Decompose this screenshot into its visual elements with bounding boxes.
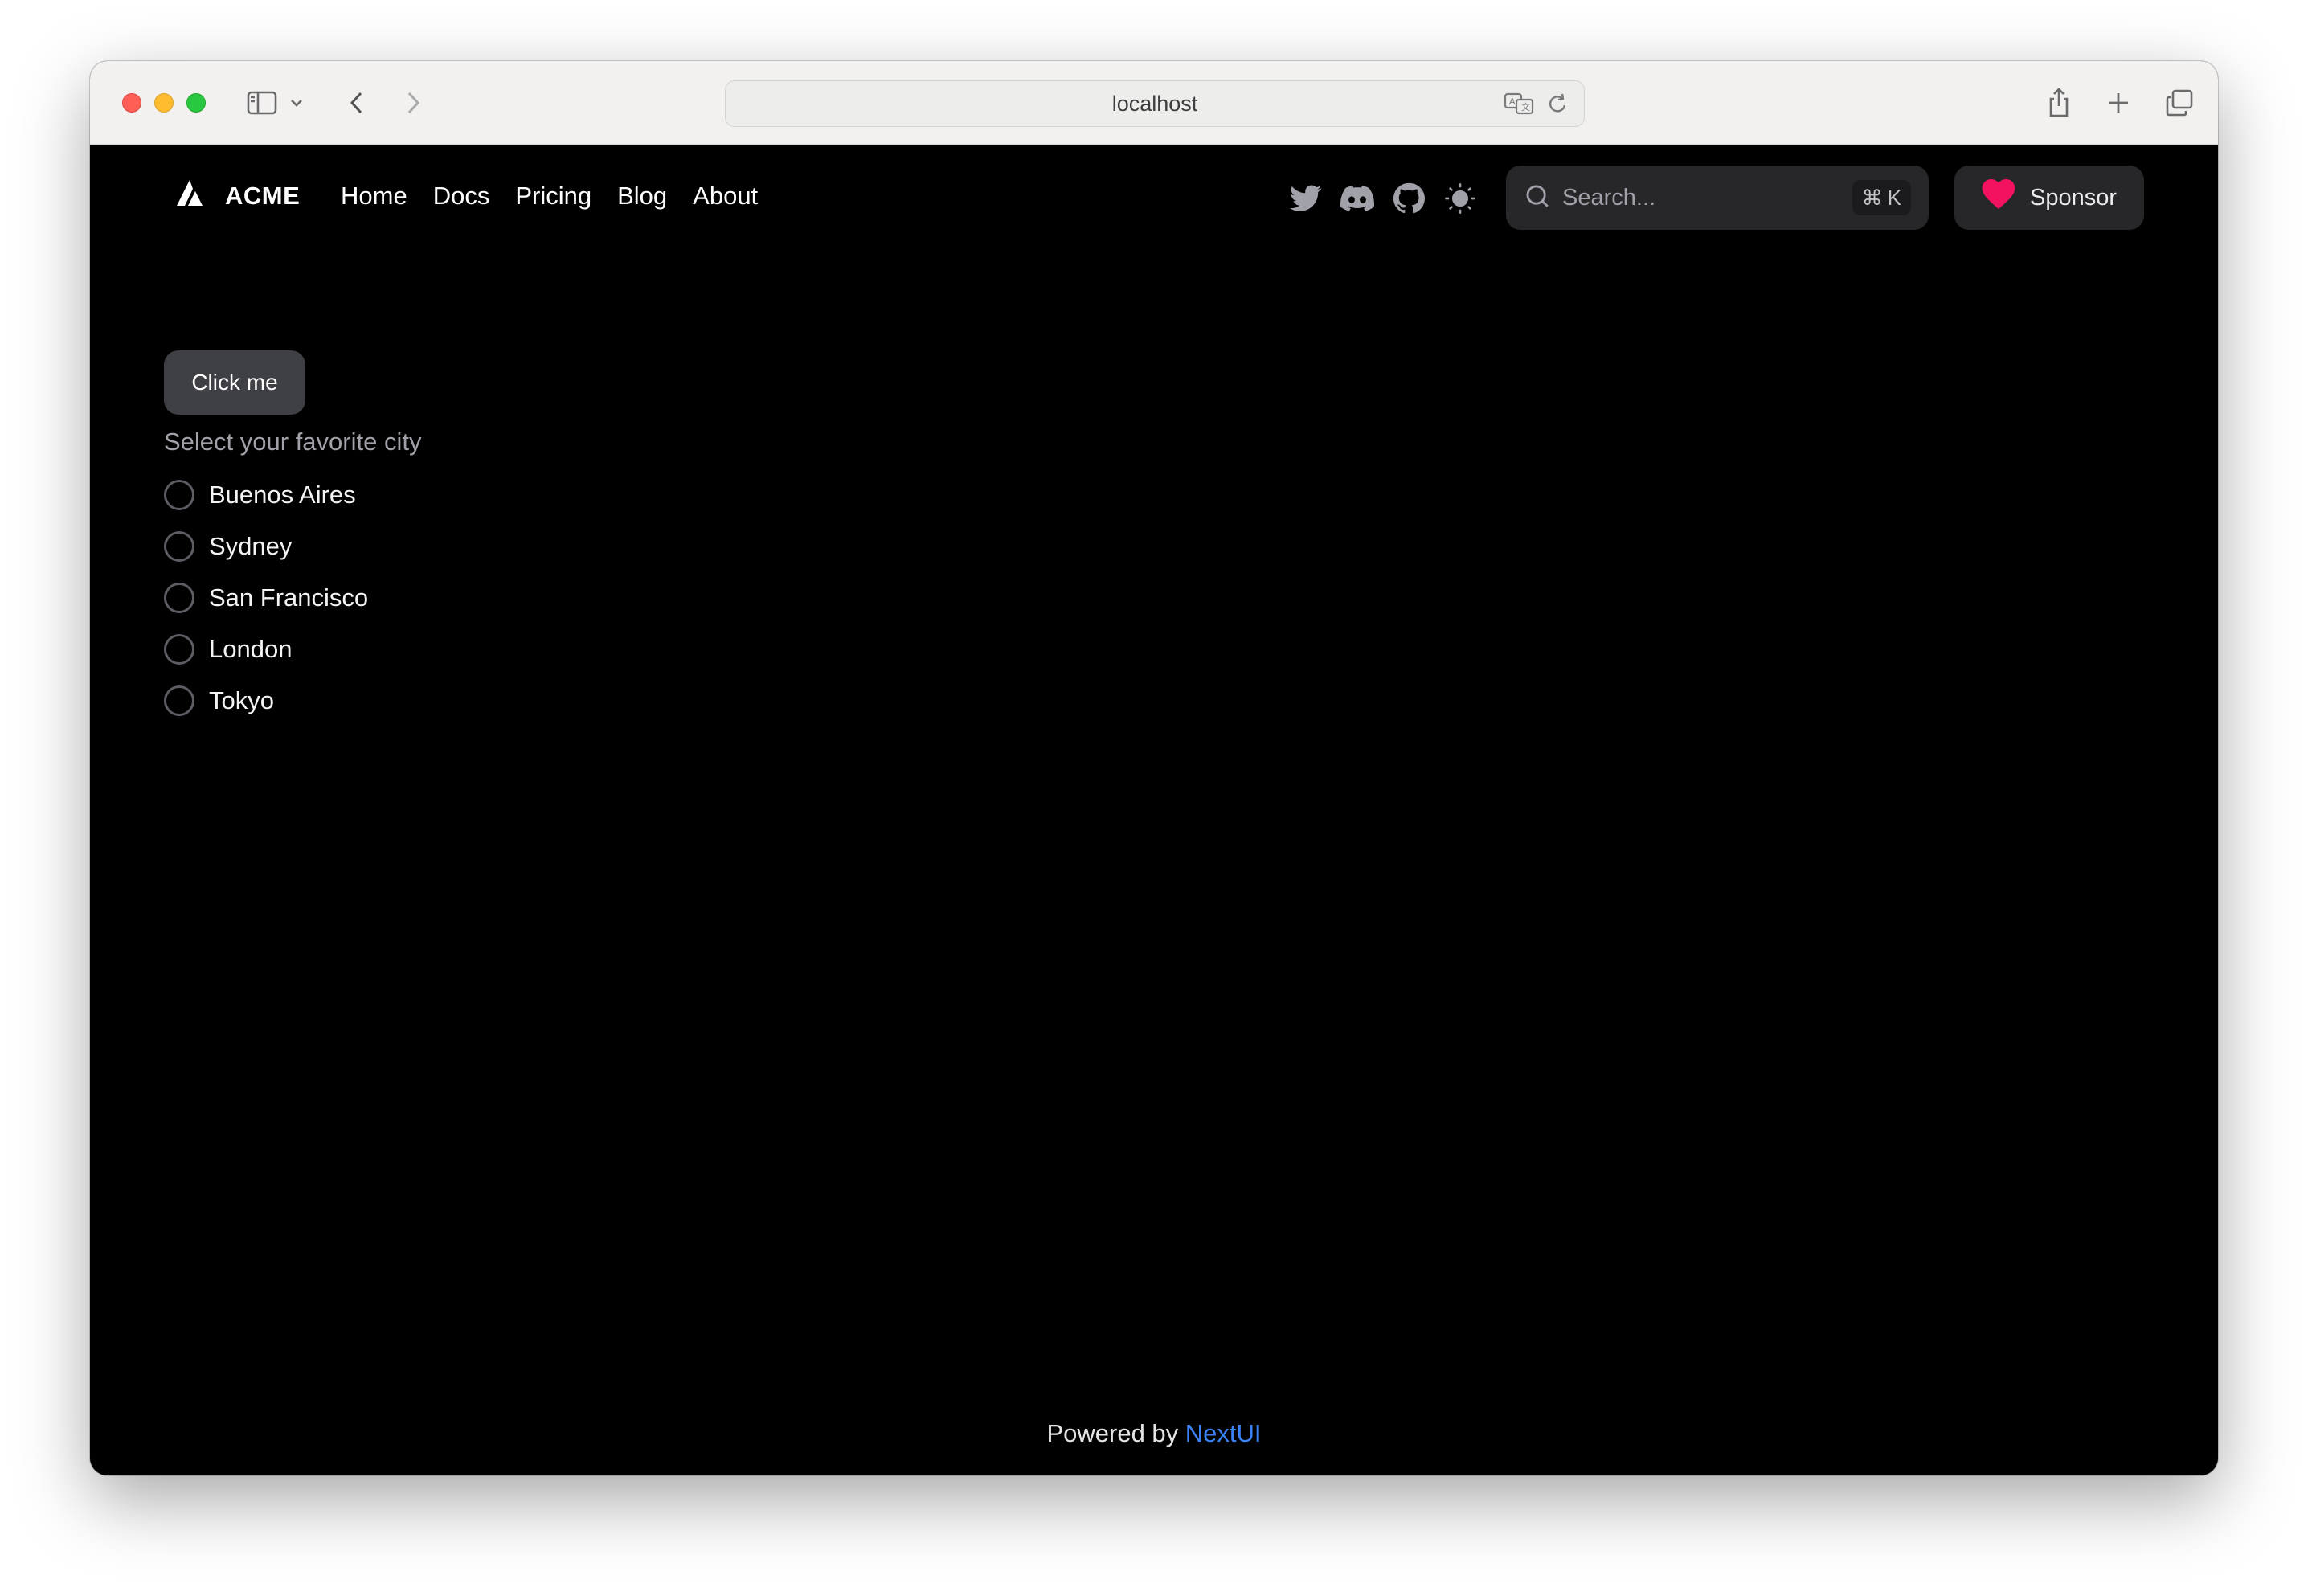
click-me-button[interactable]: Click me (164, 350, 305, 415)
k-key: K (1887, 185, 1901, 210)
page-content: ACME Home Docs Pricing Blog About Search… (90, 145, 2218, 1475)
nav-link-about[interactable]: About (693, 182, 758, 211)
radio-label: Sydney (209, 532, 293, 560)
footer: Powered by NextUI (90, 1419, 2218, 1448)
radio-button[interactable] (164, 634, 194, 665)
theme-toggle-icon[interactable] (1442, 180, 1479, 217)
github-icon[interactable] (1390, 180, 1427, 217)
nav-link-pricing[interactable]: Pricing (515, 182, 591, 211)
new-tab-icon[interactable] (2102, 84, 2134, 122)
acme-logo-icon (175, 178, 211, 213)
translate-icon[interactable]: A 文 (1504, 91, 1536, 122)
radio-group-label: Select your favorite city (164, 428, 422, 456)
radio-label: Buenos Aires (209, 481, 356, 509)
zoom-window-button[interactable] (186, 93, 206, 113)
radio-button[interactable] (164, 583, 194, 613)
reload-icon[interactable] (1545, 91, 1569, 122)
close-window-button[interactable] (122, 93, 141, 113)
city-radio-group: Buenos Aires Sydney San Francisco London… (164, 469, 368, 726)
radio-button[interactable] (164, 531, 194, 562)
search-placeholder: Search... (1562, 184, 1656, 211)
nav-links: Home Docs Pricing Blog About (341, 182, 758, 211)
radio-label: London (209, 635, 293, 663)
browser-toolbar: localhost A 文 (90, 61, 2218, 145)
search-shortcut: ⌘ K (1852, 180, 1911, 215)
twitter-icon[interactable] (1287, 180, 1324, 217)
minimize-window-button[interactable] (154, 93, 174, 113)
radio-option-sydney[interactable]: Sydney (164, 521, 368, 572)
nav-link-blog[interactable]: Blog (617, 182, 667, 211)
back-icon[interactable] (341, 84, 373, 122)
sponsor-label: Sponsor (2029, 184, 2117, 211)
url-text: localhost (1111, 91, 1198, 116)
heart-icon (1982, 179, 2015, 216)
radio-label: Tokyo (209, 686, 274, 714)
search-input[interactable]: Search... ⌘ K (1506, 166, 1929, 230)
discord-icon[interactable] (1339, 180, 1376, 217)
radio-label: San Francisco (209, 583, 369, 612)
command-key: ⌘ (1861, 185, 1883, 210)
address-bar[interactable]: localhost A 文 (725, 80, 1585, 127)
brand-name: ACME (225, 181, 301, 210)
search-icon (1524, 182, 1551, 214)
nextui-link[interactable]: NextUI (1185, 1419, 1262, 1447)
sponsor-button[interactable]: Sponsor (1954, 166, 2144, 230)
footer-prefix: Powered by (1046, 1419, 1179, 1447)
nav-link-home[interactable]: Home (341, 182, 407, 211)
svg-text:A: A (1509, 96, 1516, 107)
radio-option-san-francisco[interactable]: San Francisco (164, 572, 368, 624)
svg-text:文: 文 (1521, 101, 1530, 113)
radio-button[interactable] (164, 480, 194, 510)
chevron-down-icon[interactable] (286, 84, 307, 122)
tabs-overview-icon[interactable] (2162, 84, 2197, 122)
radio-button[interactable] (164, 685, 194, 716)
forward-icon[interactable] (397, 84, 429, 122)
nav-link-docs[interactable]: Docs (433, 182, 490, 211)
browser-window: localhost A 文 ACME Home Docs Pricing Blo… (90, 61, 2218, 1475)
brand[interactable]: ACME (175, 178, 300, 213)
sidebar-icon[interactable] (243, 84, 281, 122)
radio-option-tokyo[interactable]: Tokyo (164, 675, 368, 726)
share-icon[interactable] (2043, 84, 2075, 122)
radio-option-buenos-aires[interactable]: Buenos Aires (164, 469, 368, 521)
navbar: ACME Home Docs Pricing Blog About Search… (90, 145, 2218, 248)
radio-option-london[interactable]: London (164, 624, 368, 675)
